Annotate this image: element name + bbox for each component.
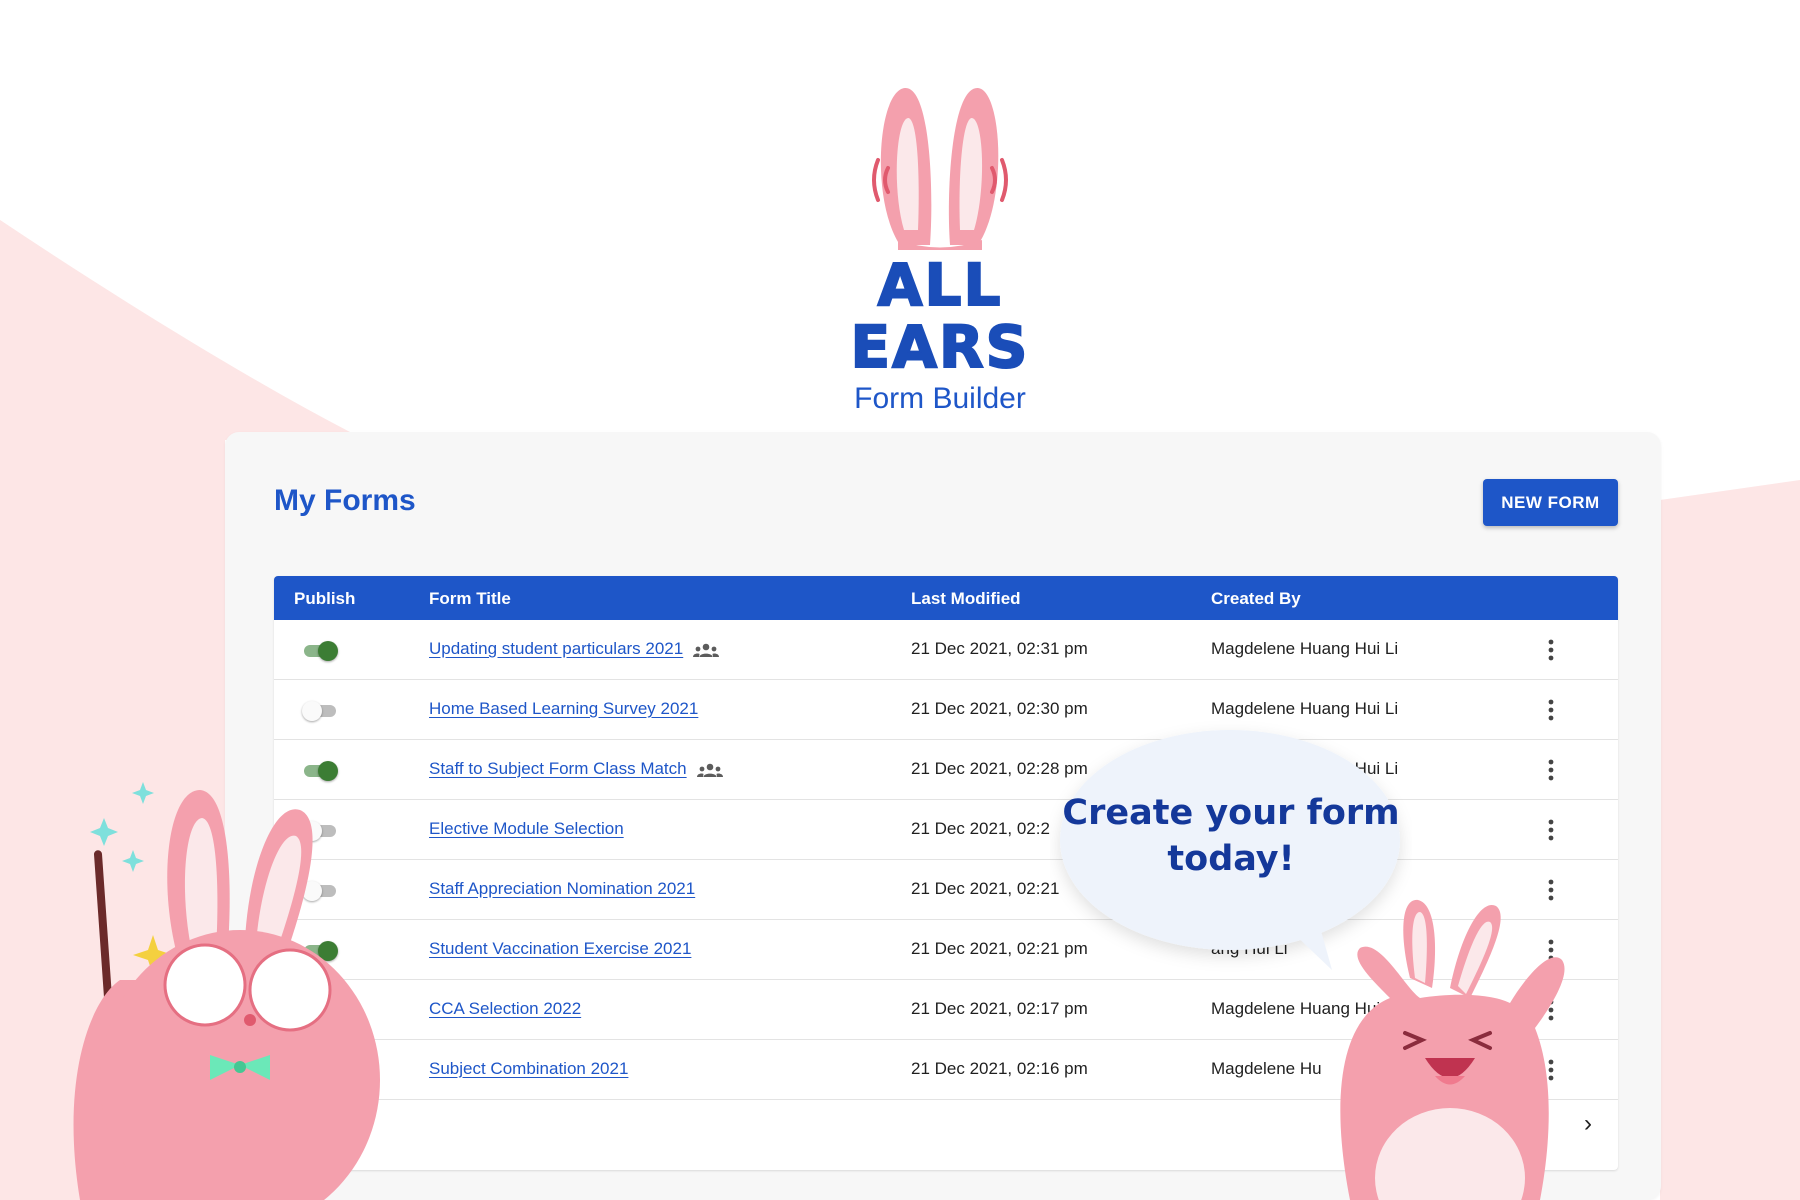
- brand-subtitle: Form Builder: [854, 382, 1026, 415]
- more-vert-icon[interactable]: [1548, 698, 1554, 722]
- created-by-cell: Magdelene Hu: [1211, 1059, 1322, 1078]
- publish-toggle[interactable]: [302, 700, 338, 721]
- publish-toggle[interactable]: [302, 760, 338, 781]
- last-modified-cell: 21 Dec 2021, 02:30 pm: [911, 699, 1088, 718]
- bunny-cheering-illustration: [1340, 899, 1565, 1200]
- publish-toggle[interactable]: [302, 640, 338, 661]
- bunny-wizard-illustration: [73, 782, 380, 1200]
- last-modified-cell: 21 Dec 2021, 02:21: [911, 879, 1060, 898]
- table-row: Home Based Learning Survey 2021 21 Dec 20…: [274, 680, 1618, 740]
- more-vert-icon[interactable]: [1548, 638, 1554, 662]
- more-vert-icon[interactable]: [1548, 758, 1554, 782]
- form-title-link[interactable]: Student Vaccination Exercise 2021: [429, 939, 691, 958]
- last-modified-cell: 21 Dec 2021, 02:31 pm: [911, 639, 1088, 658]
- form-title-link[interactable]: Staff to Subject Form Class Match: [429, 759, 687, 778]
- table-row: Updating student particulars 2021 21 Dec …: [274, 620, 1618, 680]
- created-by-cell: Magdelene Huang Hui Li: [1211, 699, 1399, 718]
- shared-users-icon: [696, 763, 723, 777]
- form-title-link[interactable]: Staff Appreciation Nomination 2021: [429, 879, 695, 898]
- shared-users-icon: [693, 643, 720, 657]
- created-by-cell: Magdelene Huang Hui Li: [1211, 639, 1399, 658]
- last-modified-cell: 21 Dec 2021, 02:17 pm: [911, 999, 1088, 1018]
- last-modified-cell: 21 Dec 2021, 02:2: [911, 819, 1050, 838]
- more-vert-icon[interactable]: [1548, 818, 1554, 842]
- new-form-button[interactable]: NEW FORM: [1483, 479, 1618, 526]
- form-title-link[interactable]: Home Based Learning Survey 2021: [429, 699, 698, 718]
- form-title-link[interactable]: Updating student particulars 2021: [429, 639, 683, 658]
- header-publish[interactable]: Publish: [294, 589, 355, 609]
- header-created-by[interactable]: Created By: [1211, 589, 1301, 609]
- last-modified-cell: 21 Dec 2021, 02:16 pm: [911, 1059, 1088, 1078]
- bunny-ears-icon: [872, 87, 1008, 250]
- table-row: Elective Module Selection 21 Dec 2021, 02…: [274, 800, 1618, 860]
- form-title-link[interactable]: Elective Module Selection: [429, 819, 624, 838]
- brand-logo: ALL EARS Form Builder: [780, 80, 1100, 415]
- chevron-right-icon[interactable]: ›: [1584, 1110, 1592, 1138]
- promo-text: Create your form today!: [1062, 793, 1400, 879]
- table-header: Publish Form Title Last Modified Created…: [274, 576, 1618, 620]
- header-form-title[interactable]: Form Title: [429, 589, 511, 609]
- form-title-link[interactable]: CCA Selection 2022: [429, 999, 581, 1018]
- brand-name: ALL EARS: [850, 251, 1030, 381]
- form-title-link[interactable]: Subject Combination 2021: [429, 1059, 628, 1078]
- table-row: Staff to Subject Form Class Match 21 Dec …: [274, 740, 1618, 800]
- header-last-modified[interactable]: Last Modified: [911, 589, 1021, 609]
- page-title: My Forms: [274, 484, 416, 517]
